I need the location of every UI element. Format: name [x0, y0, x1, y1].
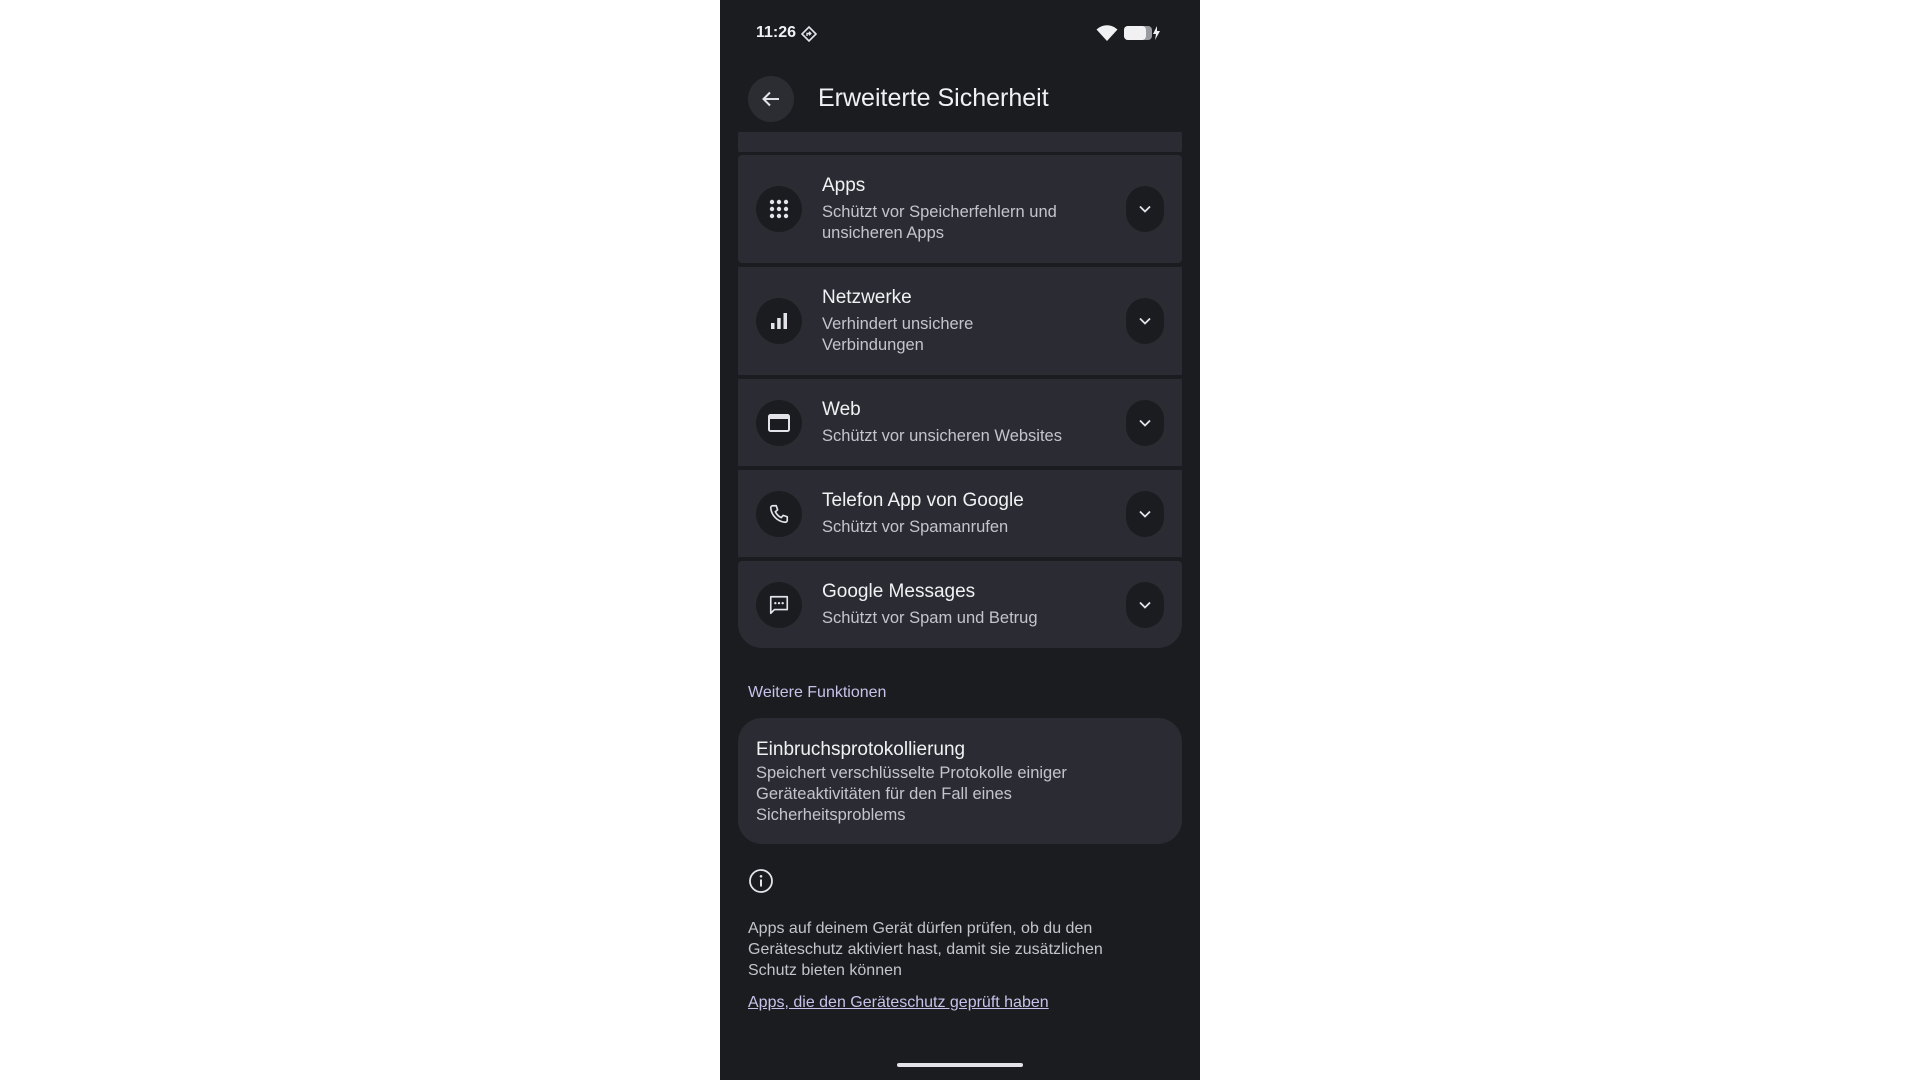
home-indicator[interactable] [897, 1063, 1023, 1067]
phone-icon [756, 490, 802, 537]
protection-list: Apps Schützt vor Speicherfehlern und uns… [738, 155, 1182, 652]
item-title: Apps [822, 175, 866, 196]
protection-item-networks[interactable]: Netzwerke Verhindert unsichere Verbindun… [738, 267, 1182, 375]
chevron-down-icon [1139, 419, 1151, 427]
battery-charging-icon [1124, 25, 1162, 41]
location-diamond-icon [801, 26, 817, 42]
item-title: Google Messages [822, 581, 976, 602]
section-heading: Weitere Funktionen [748, 684, 887, 701]
item-subtitle: Schützt vor unsicheren Websites [822, 427, 1062, 445]
expand-button[interactable] [1126, 581, 1164, 628]
checked-apps-link[interactable]: Apps, die den Geräteschutz geprüft haben [748, 994, 1049, 1012]
protection-item-messages[interactable]: Google Messages Schützt vor Spam und Bet… [738, 561, 1182, 648]
phone-screen: 11:26 Erweiterte Sicherheit Apps Schützt… [720, 0, 1200, 1080]
browser-window-icon [756, 399, 802, 446]
item-subtitle: Schützt vor Spamanrufen [822, 518, 1009, 536]
status-bar: 11:26 [720, 0, 1200, 66]
protection-item-web[interactable]: Web Schützt vor unsicheren Websites [738, 379, 1182, 466]
feature-intrusion-logging[interactable]: Einbruchsprotokollierung Speichert versc… [738, 718, 1182, 844]
protection-item-apps[interactable]: Apps Schützt vor Speicherfehlern und uns… [738, 155, 1182, 263]
item-title: Netzwerke [822, 287, 912, 308]
chevron-down-icon [1139, 205, 1151, 213]
apps-grid-icon [756, 186, 802, 232]
message-icon [756, 581, 802, 628]
item-subtitle: Schützt vor Speicherfehlern und unsicher… [822, 203, 1057, 242]
chevron-down-icon [1139, 601, 1151, 609]
info-icon [748, 868, 774, 894]
status-time: 11:26 [756, 24, 797, 41]
item-subtitle: Verhindert unsichere Verbindungen [822, 315, 974, 354]
expand-button[interactable] [1126, 186, 1164, 232]
item-title: Telefon App von Google [822, 490, 1024, 511]
footer-text: Apps auf deinem Gerät dürfen prüfen, ob … [748, 920, 1103, 979]
page-title: Erweiterte Sicherheit [818, 84, 1049, 112]
signal-bars-icon [756, 298, 802, 344]
feature-title: Einbruchsprotokollierung [756, 739, 966, 760]
expand-button[interactable] [1126, 399, 1164, 446]
protection-item-phone[interactable]: Telefon App von Google Schützt vor Spama… [738, 470, 1182, 557]
item-subtitle: Schützt vor Spam und Betrug [822, 609, 1038, 627]
top-card-edge [738, 132, 1182, 152]
feature-description: Speichert verschlüsselte Protokolle eini… [756, 764, 1067, 824]
chevron-down-icon [1139, 317, 1151, 325]
arrow-back-icon [761, 89, 781, 109]
wifi-icon [1096, 24, 1118, 42]
expand-button[interactable] [1126, 490, 1164, 537]
chevron-down-icon [1139, 510, 1151, 518]
app-header: Erweiterte Sicherheit [720, 70, 1200, 130]
back-button[interactable] [748, 76, 794, 122]
item-title: Web [822, 399, 861, 420]
expand-button[interactable] [1126, 298, 1164, 344]
